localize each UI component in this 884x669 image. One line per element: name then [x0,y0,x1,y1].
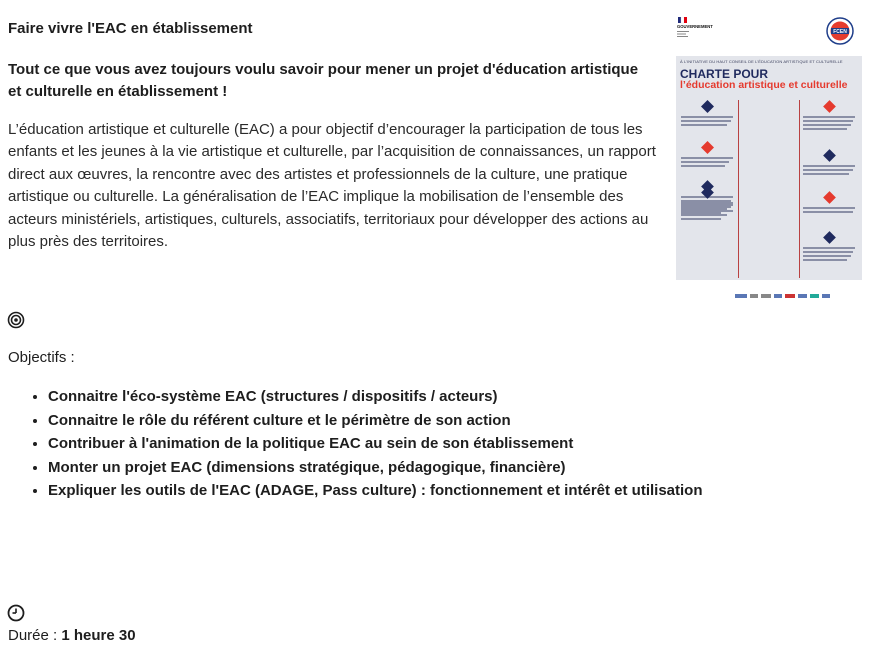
objectives-list: Connaitre l'éco-système EAC (structures … [30,385,703,503]
poster-subtitle: l’éducation artistique et culturelle [680,79,848,91]
intro-paragraph: L’éducation artistique et culturelle (EA… [8,121,656,251]
duration-line: Durée : 1 heure 30 [8,627,136,644]
partner-logos [735,285,865,298]
government-logo-text: GOUVERNEMENT [677,24,713,29]
poster-columns [679,98,859,278]
poster-number-icon [701,100,714,113]
poster-column [801,98,859,280]
page-title: Faire vivre l'EAC en établissement [8,20,253,37]
poster-number-icon [823,100,836,113]
charte-poster-image: À L’INITIATIVE DU HAUT CONSEIL DE L’ÉDUC… [676,56,862,280]
poster-column [679,98,737,280]
objective-item: Contribuer à l'animation de la politique… [48,432,703,456]
page-subtitle: Tout ce que vous avez toujours voulu sav… [8,61,639,100]
poster-number-icon [823,231,836,244]
poster-number-icon [701,186,714,199]
clock-icon [7,604,25,622]
objective-item: Monter un projet EAC (dimensions stratég… [48,456,703,480]
fcn-emblem-logo: FCEN [826,17,854,45]
objective-item: Expliquer les outils de l'EAC (ADAGE, Pa… [48,479,703,503]
objective-item: Connaitre le rôle du référent culture et… [48,409,703,433]
duration-label: Durée : [8,627,62,644]
poster-number-icon [823,149,836,162]
poster-number-icon [823,191,836,204]
objective-item: Connaitre l'éco-système EAC (structures … [48,385,703,409]
emblem-text: FCEN [833,29,847,35]
objectives-label: Objectifs : [8,349,75,366]
poster-number-icon [701,141,714,154]
target-icon [7,311,25,329]
poster-kicker: À L’INITIATIVE DU HAUT CONSEIL DE L’ÉDUC… [680,59,843,64]
duration-value: 1 heure 30 [61,627,136,644]
government-logo: GOUVERNEMENT [676,16,724,39]
